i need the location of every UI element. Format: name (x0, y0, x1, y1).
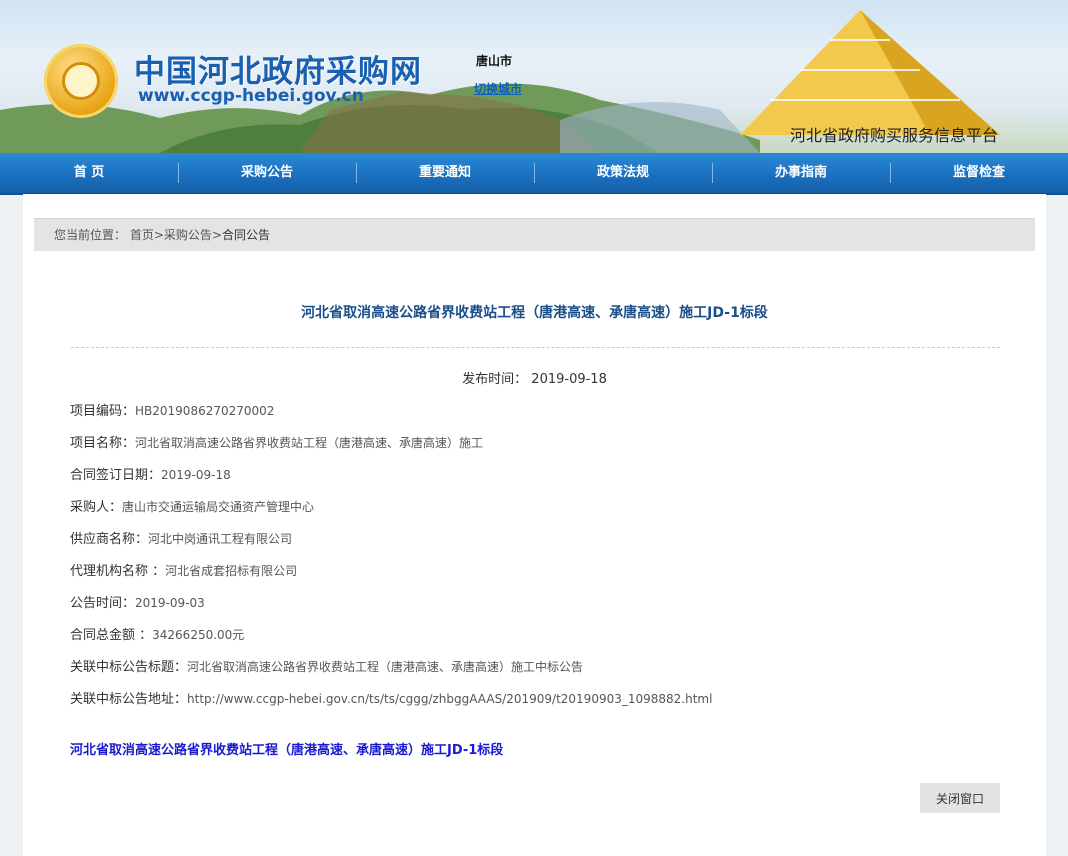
close-window-button[interactable]: 关闭窗口 (920, 783, 1000, 813)
field-value: 34266250.00元 (152, 628, 245, 642)
field-related-notice-url: 关联中标公告地址：http://www.ccgp-hebei.gov.cn/ts… (70, 688, 712, 707)
breadcrumb-sep: > (211, 228, 222, 242)
field-contract-amount: 合同总金额 ：34266250.00元 (70, 624, 244, 643)
field-label: 项目名称： (70, 436, 136, 451)
field-label: 合同签订日期： (70, 468, 162, 483)
content-panel: 您当前位置： 首页>采购公告>合同公告 河北省取消高速公路省界收费站工程（唐港高… (23, 194, 1046, 856)
field-value: 2019-09-18 (161, 468, 231, 482)
field-label: 供应商名称： (70, 532, 149, 547)
field-project-name: 项目名称：河北省取消高速公路省界收费站工程（唐港高速、承唐高速）施工 (70, 432, 483, 451)
nav-important-notices[interactable]: 重要通知 (356, 153, 534, 193)
breadcrumb-current: 合同公告 (222, 228, 271, 242)
nav-guide[interactable]: 办事指南 (712, 153, 890, 193)
site-title: 中国河北政府采购网 (134, 54, 422, 90)
article-title: 河北省取消高速公路省界收费站工程（唐港高速、承唐高速）施工JD-1标段 (301, 305, 768, 321)
field-contract-date: 合同签订日期：2019-09-18 (70, 464, 231, 483)
field-agency: 代理机构名称 ：河北省成套招标有限公司 (70, 560, 297, 579)
nav-policies[interactable]: 政策法规 (534, 153, 712, 193)
breadcrumb-label: 您当前位置： (54, 228, 127, 242)
nav-procurement-notices[interactable]: 采购公告 (178, 153, 356, 193)
field-label: 关联中标公告地址： (70, 692, 188, 707)
breadcrumb-sep: > (153, 228, 164, 242)
field-purchaser: 采购人：唐山市交通运输局交通资产管理中心 (70, 496, 314, 515)
field-supplier: 供应商名称：河北中岗通讯工程有限公司 (70, 528, 292, 547)
site-logo-icon (44, 44, 118, 118)
publish-time-value: 2019-09-18 (531, 372, 607, 387)
field-value: 唐山市交通运输局交通资产管理中心 (122, 500, 315, 514)
field-value: HB2019086270270002 (135, 404, 275, 418)
field-label: 代理机构名称 ： (70, 564, 166, 579)
main-nav: 首 页 采购公告 重要通知 政策法规 办事指南 监督检查 (0, 153, 1068, 195)
publish-time-label: 发布时间： (462, 372, 528, 387)
site-url: www.ccgp-hebei.gov.cn (138, 86, 364, 106)
platform-name: 河北省政府购买服务信息平台 (790, 126, 999, 145)
field-related-notice-title: 关联中标公告标题：河北省取消高速公路省界收费站工程（唐港高速、承唐高速）施工中标… (70, 656, 583, 675)
switch-city-link[interactable]: 切换城市 (474, 80, 522, 97)
current-city: 唐山市 (476, 54, 513, 68)
field-value: 河北省成套招标有限公司 (165, 564, 298, 578)
field-label: 项目编码： (70, 404, 136, 419)
nav-home[interactable]: 首 页 (0, 153, 178, 193)
field-value: 河北省取消高速公路省界收费站工程（唐港高速、承唐高速）施工 (135, 436, 484, 450)
field-label: 公告时间： (70, 596, 136, 611)
publish-time: 发布时间： 2019-09-18 (23, 368, 1046, 387)
field-label: 合同总金额 ： (70, 628, 153, 643)
title-divider (71, 347, 1000, 348)
breadcrumb-procurement[interactable]: 采购公告 (164, 228, 212, 242)
field-value: 2019-09-03 (135, 596, 205, 610)
field-value: 河北中岗通讯工程有限公司 (148, 532, 293, 546)
field-label: 采购人： (70, 500, 123, 515)
field-value: 河北省取消高速公路省界收费站工程（唐港高速、承唐高速）施工中标公告 (187, 660, 584, 674)
breadcrumb-home[interactable]: 首页 (130, 228, 154, 242)
breadcrumb: 您当前位置： 首页>采购公告>合同公告 (34, 218, 1035, 251)
field-project-code: 项目编码：HB2019086270270002 (70, 400, 274, 419)
field-value: http://www.ccgp-hebei.gov.cn/ts/ts/cggg/… (187, 692, 713, 706)
field-notice-time: 公告时间：2019-09-03 (70, 592, 205, 611)
field-label: 关联中标公告标题： (70, 660, 188, 675)
header-banner: 中国河北政府采购网 www.ccgp-hebei.gov.cn 唐山市 切换城市… (0, 0, 1068, 153)
attachment-link[interactable]: 河北省取消高速公路省界收费站工程（唐港高速、承唐高速）施工JD-1标段 (70, 739, 503, 758)
nav-supervision[interactable]: 监督检查 (890, 153, 1068, 193)
